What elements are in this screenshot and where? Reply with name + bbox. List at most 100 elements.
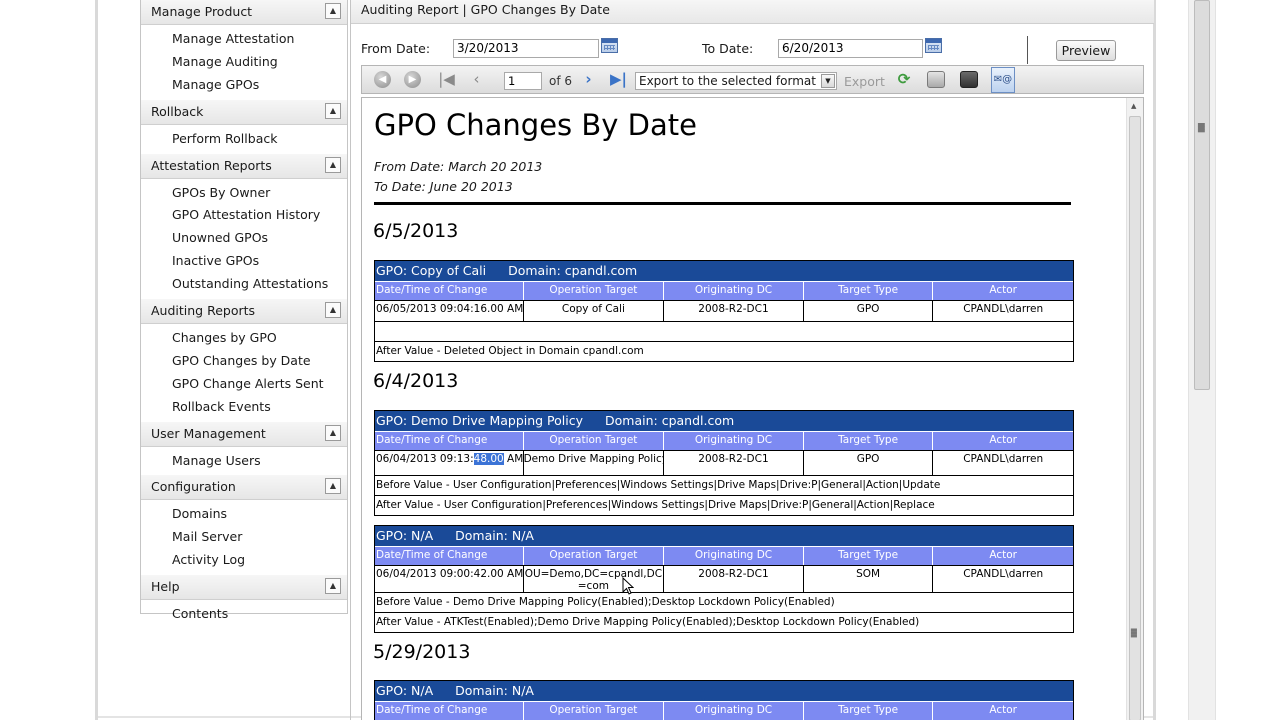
to-date-input[interactable]: 6/20/2013 — [778, 39, 923, 58]
sidebar-group-title: Help — [151, 579, 180, 595]
sidebar-item-rollback-events[interactable]: Rollback Events — [172, 396, 347, 419]
column-header: Originating DC — [664, 547, 804, 565]
page-scrollbar[interactable]: ▬ ▬ ▬ — [1188, 0, 1216, 720]
sidebar-item-inactive-gpos[interactable]: Inactive GPOs — [172, 250, 347, 273]
refresh-icon[interactable]: ⟳ — [895, 71, 913, 88]
print-icon[interactable] — [960, 71, 978, 88]
next-page-icon[interactable]: › — [580, 71, 597, 88]
sidebar-group-header[interactable]: Auditing Reports ▲ — [141, 299, 347, 325]
previous-page-icon[interactable]: ‹ — [468, 71, 485, 88]
text-selection[interactable]: 48.00 — [473, 453, 504, 465]
originating-dc: 2008-R2-DC1 — [664, 566, 804, 592]
sidebar-item-mail-server[interactable]: Mail Server — [172, 526, 347, 549]
table-row: 06/04/2013 09:00:42.00 AM OU=Demo,DC=cpa… — [375, 565, 1073, 593]
sidebar-item-unowned-gpos[interactable]: Unowned GPOs — [172, 227, 347, 250]
sidebar-group-title: Configuration — [151, 479, 236, 495]
sidebar-group-title: User Management — [151, 425, 266, 441]
sidebar-item-gpo-attestation-history[interactable]: GPO Attestation History — [172, 204, 347, 227]
column-header: Target Type — [804, 547, 934, 565]
target-type: GPO — [804, 451, 934, 475]
before-value — [375, 321, 1073, 341]
sidebar-group-header[interactable]: Rollback ▲ — [141, 99, 347, 125]
sidebar-item-contents[interactable]: Contents — [172, 603, 347, 626]
sidebar-item-manage-gpos[interactable]: Manage GPOs — [172, 74, 347, 97]
gpo-header: GPO: N/A Domain: N/A — [375, 526, 1073, 546]
calendar-icon[interactable] — [925, 38, 942, 53]
main-panel: Auditing Report | GPO Changes By Date Fr… — [350, 0, 1154, 720]
after-value: After Value - Deleted Object in Domain c… — [375, 341, 1073, 361]
breadcrumb: Auditing Report | GPO Changes By Date — [351, 0, 1154, 24]
sidebar-item-domains[interactable]: Domains — [172, 503, 347, 526]
after-value: After Value - User Configuration|Prefere… — [375, 495, 1073, 515]
sidebar-item-manage-attestation[interactable]: Manage Attestation — [172, 28, 347, 51]
page-number-input[interactable]: 1 — [504, 72, 542, 90]
email-icon[interactable]: ✉@ — [991, 67, 1015, 93]
sidebar-item-gpos-by-owner[interactable]: GPOs By Owner — [172, 182, 347, 205]
sidebar-item-manage-users[interactable]: Manage Users — [172, 450, 347, 473]
report-viewport: GPO Changes By Date From Date: March 20 … — [361, 97, 1144, 720]
gpo-name: GPO: Demo Drive Mapping Policy — [376, 413, 584, 428]
export-button[interactable]: Export — [844, 74, 885, 89]
collapse-icon[interactable]: ▲ — [325, 302, 341, 319]
page-scrollbar-thumb[interactable] — [1194, 0, 1210, 390]
collapse-icon[interactable]: ▲ — [325, 156, 341, 173]
sidebar-group-header[interactable]: User Management ▲ — [141, 421, 347, 447]
collapse-icon[interactable]: ▲ — [325, 3, 341, 19]
change-table: GPO: Copy of Cali Domain: cpandl.com Date… — [374, 260, 1074, 362]
sidebar-item-manage-auditing[interactable]: Manage Auditing — [172, 51, 347, 74]
page-left-border — [95, 0, 98, 720]
chevron-down-icon[interactable]: ▼ — [821, 74, 835, 88]
gpo-name: GPO: N/A — [376, 528, 434, 543]
sidebar-group-title: Attestation Reports — [151, 157, 272, 173]
sidebar: Manage Product ▲ Manage Attestation Manag… — [140, 0, 348, 621]
gpo-header: GPO: Demo Drive Mapping Policy Domain: cp… — [375, 411, 1073, 431]
target-type: SOM — [804, 566, 934, 592]
originating-dc: 2008-R2-DC1 — [664, 451, 804, 475]
change-time[interactable]: 06/04/2013 09:13:48.00 AM — [375, 451, 524, 475]
export-format-select[interactable]: Export to the selected format ▼ — [635, 72, 837, 90]
column-header: Actor — [989, 549, 1017, 561]
collapse-icon[interactable]: ▲ — [325, 478, 341, 495]
sidebar-item-gpo-change-alerts-sent[interactable]: GPO Change Alerts Sent — [172, 373, 347, 396]
column-header: Actor — [989, 704, 1017, 716]
column-header: Originating DC — [664, 282, 804, 300]
sidebar-item-perform-rollback[interactable]: Perform Rollback — [172, 128, 347, 151]
before-value: Before Value - User Configuration|Prefer… — [375, 475, 1073, 495]
column-header: Date/Time of Change — [375, 702, 524, 720]
sidebar-item-gpo-changes-by-date[interactable]: GPO Changes by Date — [172, 350, 347, 373]
sidebar-group-header[interactable]: Attestation Reports ▲ — [141, 153, 347, 179]
gpo-header: GPO: N/A Domain: N/A — [375, 681, 1073, 701]
report-from-date: From Date: March 20 2013 — [374, 159, 543, 174]
collapse-icon[interactable]: ▲ — [325, 102, 341, 119]
from-date-input[interactable]: 3/20/2013 — [453, 39, 599, 58]
sidebar-group-header[interactable]: Help ▲ — [141, 575, 347, 601]
change-time-suffix: AM — [503, 453, 524, 465]
scroll-up-icon[interactable]: ▲ — [1131, 102, 1136, 110]
table-row: 06/05/2013 09:04:16.00 AM Copy of Cali 2… — [375, 300, 1073, 321]
sidebar-group-header[interactable]: Manage Product ▲ — [141, 0, 347, 25]
operation-target: Copy of Cali — [524, 301, 665, 321]
from-date-label: From Date: — [361, 41, 431, 56]
last-page-icon[interactable]: ▶| — [610, 71, 627, 88]
sidebar-item-outstanding-attestations[interactable]: Outstanding Attestations — [172, 273, 347, 296]
scrollbar-grip-icon: ▬ ▬ ▬ — [1197, 120, 1206, 136]
collapse-icon[interactable]: ▲ — [325, 424, 341, 441]
collapse-icon[interactable]: ▲ — [325, 578, 341, 595]
column-header: Actor — [989, 284, 1017, 296]
sidebar-group-header[interactable]: Configuration ▲ — [141, 475, 347, 501]
sidebar-item-activity-log[interactable]: Activity Log — [172, 549, 347, 572]
report-scrollbar[interactable]: ▲ ▬ ▬ ▬ — [1126, 98, 1143, 720]
find-icon[interactable] — [927, 71, 945, 88]
target-type: GPO — [804, 301, 934, 321]
forward-icon[interactable]: ▶ — [404, 71, 421, 88]
calendar-icon[interactable] — [601, 38, 618, 53]
sidebar-group-user-management: User Management ▲ Manage Users — [141, 421, 347, 476]
back-icon[interactable]: ◀ — [374, 71, 391, 88]
scrollbar-grip-icon: ▬ ▬ ▬ — [1130, 625, 1138, 640]
sidebar-group-configuration: Configuration ▲ Domains Mail Server Activ… — [141, 475, 347, 575]
first-page-icon[interactable]: |◀ — [438, 71, 455, 88]
export-format-value: Export to the selected format — [639, 74, 816, 88]
preview-button[interactable]: Preview — [1056, 40, 1116, 61]
sidebar-group-title: Rollback — [151, 103, 204, 119]
sidebar-item-changes-by-gpo[interactable]: Changes by GPO — [172, 327, 347, 350]
